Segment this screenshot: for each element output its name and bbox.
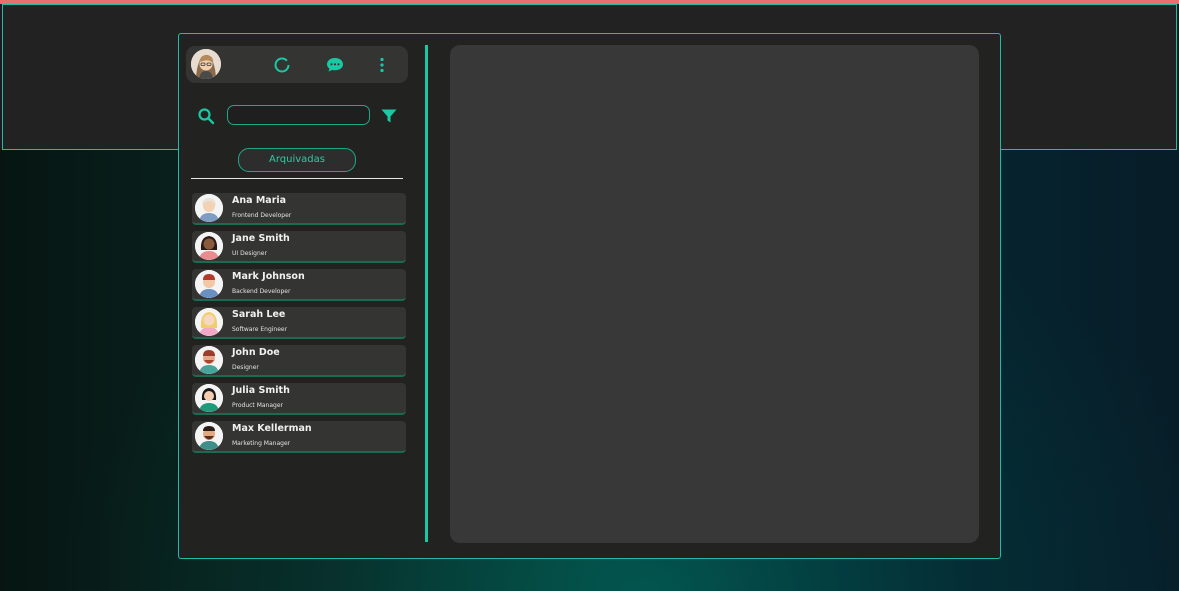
sidebar-divider — [425, 45, 428, 542]
contact-avatar — [195, 384, 223, 412]
status-ring-icon[interactable] — [272, 55, 292, 75]
search-input[interactable] — [227, 105, 370, 125]
contact-name: Jane Smith — [232, 233, 290, 244]
contact-item[interactable]: John Doe Designer — [192, 345, 406, 377]
divider — [191, 178, 403, 179]
contact-avatar — [195, 270, 223, 298]
contact-avatar — [195, 194, 223, 222]
contact-avatar — [195, 232, 223, 260]
contact-avatar — [195, 308, 223, 336]
chat-bubble-icon[interactable] — [325, 55, 345, 75]
chat-app-window: Arquivadas Ana Maria Frontend Developer … — [178, 33, 1001, 559]
contact-name: Sarah Lee — [232, 309, 286, 320]
contact-name: Mark Johnson — [232, 271, 305, 282]
contact-item[interactable]: Max Kellerman Marketing Manager — [192, 421, 406, 453]
contact-role: UI Designer — [232, 250, 267, 257]
contact-item[interactable]: Ana Maria Frontend Developer — [192, 193, 406, 225]
contact-role: Product Manager — [232, 402, 283, 409]
contact-item[interactable]: Julia Smith Product Manager — [192, 383, 406, 415]
contact-role: Marketing Manager — [232, 440, 291, 447]
contact-name: Ana Maria — [232, 195, 287, 206]
filter-icon[interactable] — [380, 107, 398, 125]
contact-item[interactable]: Jane Smith UI Designer — [192, 231, 406, 263]
user-avatar-image — [191, 49, 221, 79]
chat-panel — [450, 45, 979, 543]
contact-item[interactable]: Mark Johnson Backend Developer — [192, 269, 406, 301]
contact-name: Julia Smith — [232, 385, 290, 396]
archived-button[interactable]: Arquivadas — [238, 148, 356, 172]
user-avatar[interactable] — [191, 49, 221, 79]
contact-avatar — [195, 346, 223, 374]
sidebar-header — [186, 46, 408, 83]
contact-role: Designer — [232, 364, 259, 371]
contact-item[interactable]: Sarah Lee Software Engineer — [192, 307, 406, 339]
search-bar — [197, 104, 407, 128]
contact-name: Max Kellerman — [232, 423, 312, 434]
contact-list: Ana Maria Frontend Developer Jane Smith … — [192, 193, 408, 459]
contact-name: John Doe — [232, 347, 280, 358]
contact-role: Backend Developer — [232, 288, 291, 295]
contact-avatar — [195, 422, 223, 450]
contact-role: Software Engineer — [232, 326, 288, 333]
search-icon[interactable] — [197, 107, 215, 125]
more-vertical-icon[interactable] — [372, 55, 392, 75]
contact-role: Frontend Developer — [232, 212, 292, 219]
